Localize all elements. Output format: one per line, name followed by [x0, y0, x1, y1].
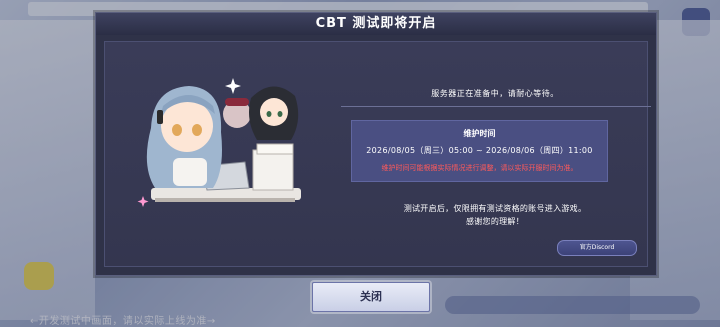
cbt-notice-dialog: CBT 测试即将开启 服务器正在准备中，请耐心等待。 维护时间 2026/08/…	[95, 12, 657, 276]
maintenance-box: 维护时间 2026/08/05（周三）05:00 ~ 2026/08/06（周四…	[351, 120, 608, 182]
maintenance-note: 维护时间可能根据实际情况进行调整，请以实际开服时间为准。	[381, 164, 578, 172]
notice-line-1: 测试开启后，仅限拥有测试资格的账号进入游戏。	[403, 204, 587, 213]
dialog-body: 服务器正在准备中，请耐心等待。 维护时间 2026/08/05（周三）05:00…	[104, 41, 651, 267]
maintenance-time-range: 2026/08/05（周三）05:00 ~ 2026/08/06（周四）11:0…	[366, 146, 593, 155]
cbt-notice-text: 测试开启后，仅限拥有测试资格的账号进入游戏。 感谢您的理解！	[345, 202, 645, 228]
divider	[341, 106, 651, 107]
dialog-title: CBT 测试即将开启	[96, 13, 656, 35]
close-button[interactable]: 关闭	[312, 282, 430, 312]
maintenance-title: 维护时间	[463, 129, 496, 138]
chibi-characters-illustration	[137, 78, 301, 207]
official-discord-button[interactable]: 官方Discord	[557, 240, 637, 256]
waiting-message: 服务器正在准备中，请耐心等待。	[431, 89, 559, 98]
notice-line-2: 感谢您的理解！	[465, 217, 525, 226]
